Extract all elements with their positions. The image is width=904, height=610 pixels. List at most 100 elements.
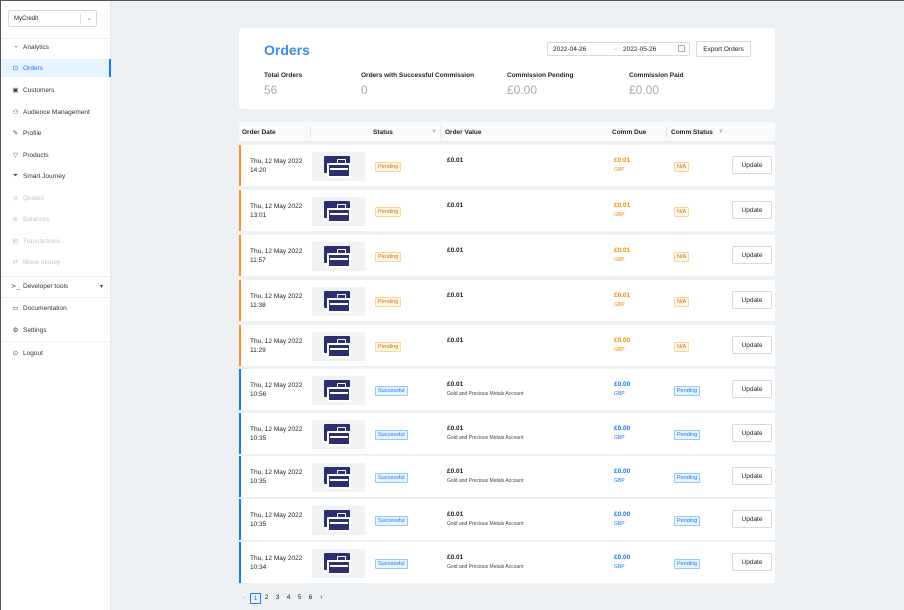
table-row[interactable]: Thu, 12 May 2022 10:56 Successful £0.01 Gold…: [239, 369, 775, 410]
orders-icon: ⊡: [12, 65, 19, 72]
sidebar-item-smart-journey[interactable]: ⏷ Smart Journey: [1, 167, 111, 185]
sidebar: MyCredit ⌄ ◔ Analytics ⊡ Orders ▣ Customers ⚇ A…: [1, 1, 111, 610]
sidebar-item-quotes[interactable]: ⊜ Quotes: [1, 189, 111, 207]
pagination: ‹ 1 2 3 4 5 6 ›: [239, 592, 327, 604]
order-value: £0.01: [447, 468, 464, 475]
page-1[interactable]: 1: [250, 592, 261, 604]
column-divider: [310, 126, 311, 138]
update-button[interactable]: Update: [732, 424, 772, 442]
comm-currency: GBP: [614, 167, 625, 173]
comm-currency: GBP: [614, 478, 625, 484]
sidebar-item-balances[interactable]: ⊕ Balances: [1, 210, 111, 228]
date-range-picker[interactable]: 2022-04-26 → 2022-05-26: [547, 42, 690, 56]
order-date-day: Thu, 12 May 2022: [250, 248, 303, 255]
table-row[interactable]: Thu, 12 May 2022 14:20 Pending £0.01 £0.01 GB…: [239, 145, 775, 186]
sidebar-item-settings[interactable]: ⚙ Settings: [1, 321, 111, 339]
table-row[interactable]: Thu, 12 May 2022 13:01 Pending £0.01 £0.01 GB…: [239, 190, 775, 231]
export-orders-button[interactable]: Export Orders: [696, 41, 751, 57]
sidebar-item-label: Quotes: [23, 194, 44, 202]
sidebar-item-customers[interactable]: ▣ Customers: [1, 81, 111, 99]
page-6[interactable]: 6: [305, 593, 316, 604]
order-date: Thu, 12 May 2022 10:35: [250, 511, 302, 529]
table-row[interactable]: Thu, 12 May 2022 10:35 Successful £0.01 Gold…: [239, 413, 775, 454]
update-button[interactable]: Update: [732, 291, 772, 309]
comm-status-badge: N/A: [674, 252, 690, 262]
sidebar-item-products[interactable]: ▽ Products: [1, 146, 111, 164]
order-date-day: Thu, 12 May 2022: [250, 382, 303, 389]
status-badge: Pending: [375, 297, 402, 307]
date-from[interactable]: 2022-04-26: [553, 46, 586, 53]
page-2[interactable]: 2: [261, 593, 272, 604]
order-date: Thu, 12 May 2022 10:35: [250, 468, 302, 486]
update-button[interactable]: Update: [732, 201, 772, 219]
sidebar-item-label: Profile: [23, 129, 42, 137]
update-button[interactable]: Update: [732, 336, 772, 354]
column-order-date[interactable]: Order Date: [242, 129, 276, 136]
comm-due: £0.00: [614, 511, 631, 518]
order-date-time: 13:01: [250, 212, 267, 219]
card-front-icon: [327, 208, 351, 223]
table-row[interactable]: Thu, 12 May 2022 10:34 Successful £0.01 Gold…: [239, 542, 775, 583]
update-button[interactable]: Update: [732, 380, 772, 398]
status-badge: Pending: [375, 252, 402, 262]
order-date-day: Thu, 12 May 2022: [250, 512, 303, 519]
product-name: Gold and Precious Metals Account: [447, 435, 524, 441]
update-button[interactable]: Update: [732, 156, 772, 174]
update-button[interactable]: Update: [732, 467, 772, 485]
sidebar-item-profile[interactable]: ✎ Profile: [1, 124, 111, 142]
table-row[interactable]: Thu, 12 May 2022 11:29 Pending £0.01 £0.00 GB…: [239, 325, 775, 366]
sidebar-item-developer-tools[interactable]: ≻_ Developer tools ▾: [1, 277, 111, 295]
status-badge: Successful: [375, 516, 408, 526]
organization-select[interactable]: MyCredit ⌄: [8, 10, 97, 27]
sidebar-item-label: Smart Journey: [23, 172, 66, 180]
stat-value: £0.00: [507, 83, 538, 97]
sidebar-item-logout[interactable]: ⊙ Logout: [1, 344, 111, 362]
comm-currency: GBP: [614, 257, 625, 263]
product-card-image: [312, 463, 365, 492]
update-button[interactable]: Update: [732, 510, 772, 528]
sidebar-item-move-money[interactable]: ⇄ Move money: [1, 253, 111, 271]
sidebar-item-documentation[interactable]: ▭ Documentation: [1, 299, 111, 317]
sidebar-item-audience-management[interactable]: ⚇ Audience Management: [1, 103, 111, 121]
comm-status-badge: Pending: [674, 473, 701, 483]
arrow-right-icon: →: [612, 46, 618, 52]
column-status[interactable]: Status: [373, 129, 393, 136]
column-comm-status[interactable]: Comm Status: [671, 129, 713, 136]
order-date-time: 14:20: [250, 167, 267, 174]
order-value: £0.01: [447, 425, 464, 432]
comm-status-filter-icon[interactable]: ▼: [718, 129, 724, 135]
order-date-day: Thu, 12 May 2022: [250, 203, 303, 210]
status-badge: Pending: [375, 342, 402, 352]
page-5[interactable]: 5: [294, 593, 305, 604]
update-button[interactable]: Update: [732, 246, 772, 264]
nav-divider: [1, 276, 111, 277]
product-card-image: [312, 506, 365, 535]
table-row[interactable]: Thu, 12 May 2022 10:35 Successful £0.01 Gold…: [239, 499, 775, 540]
sidebar-item-label: Developer tools: [23, 282, 69, 290]
comm-status-badge: N/A: [674, 342, 690, 352]
update-button[interactable]: Update: [732, 553, 772, 571]
pagination-prev-icon[interactable]: ‹: [239, 593, 250, 604]
sidebar-item-label: Balances: [23, 215, 50, 223]
status-filter-icon[interactable]: ▼: [431, 129, 437, 135]
page-3[interactable]: 3: [272, 593, 283, 604]
comm-due: £0.00: [614, 381, 631, 388]
date-to[interactable]: 2022-05-26: [623, 46, 656, 53]
stat-label: Commission Paid: [629, 72, 684, 79]
column-comm-due[interactable]: Comm Due: [612, 129, 646, 136]
comm-due: £0.01: [614, 157, 631, 164]
table-row[interactable]: Thu, 12 May 2022 10:35 Successful £0.01 Gold…: [239, 456, 775, 497]
table-row[interactable]: Thu, 12 May 2022 11:38 Pending £0.01 £0.01 GB…: [239, 280, 775, 321]
sidebar-item-label: Customers: [23, 86, 55, 94]
sidebar-item-transactions[interactable]: ▤ Transactions: [1, 232, 111, 250]
card-front-icon: [327, 387, 351, 402]
table-row[interactable]: Thu, 12 May 2022 11:57 Pending £0.01 £0.01 GB…: [239, 235, 775, 276]
order-date-day: Thu, 12 May 2022: [250, 426, 303, 433]
transactions-icon: ▤: [12, 238, 19, 245]
page-4[interactable]: 4: [283, 593, 294, 604]
column-order-value[interactable]: Order Value: [445, 129, 482, 136]
pagination-next-icon[interactable]: ›: [316, 593, 327, 604]
product-name: Gold and Precious Metals Account: [447, 391, 524, 397]
sidebar-item-analytics[interactable]: ◔ Analytics: [1, 38, 111, 56]
sidebar-item-orders[interactable]: ⊡ Orders: [1, 59, 111, 77]
